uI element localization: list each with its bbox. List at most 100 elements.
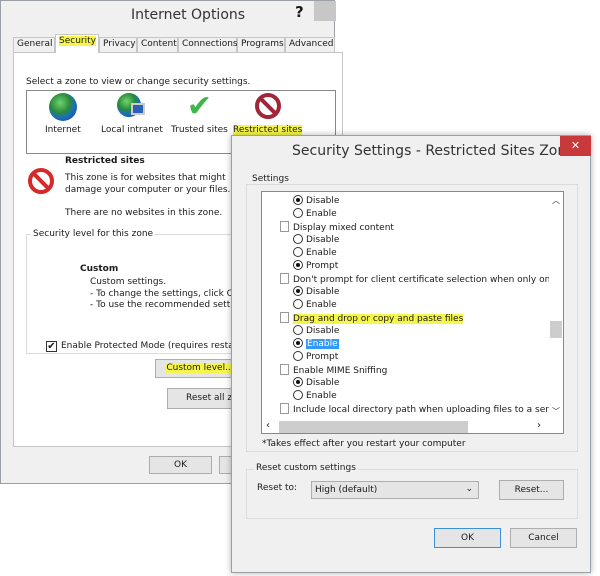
- group-label: Security level for this zone: [31, 229, 156, 239]
- scroll-up-icon[interactable]: ︿: [552, 195, 560, 206]
- setting-label: Drag and drop or copy and paste files: [293, 314, 464, 324]
- tab-advanced[interactable]: Advanced: [285, 37, 335, 52]
- tab-label: Security: [59, 36, 96, 46]
- zone-label: Local intranet: [101, 125, 163, 135]
- option-label: Prompt: [306, 261, 339, 271]
- radio-button[interactable]: [293, 390, 303, 400]
- tab-label: Advanced: [289, 39, 334, 49]
- radio-button[interactable]: [293, 195, 303, 205]
- radio-button[interactable]: [293, 338, 303, 348]
- zone-internet[interactable]: Internet: [45, 93, 81, 135]
- option-label: Enable: [306, 300, 337, 310]
- scroll-thumb[interactable]: [550, 321, 562, 338]
- setting-radio-option[interactable]: Disable: [293, 195, 339, 208]
- setting-radio-option[interactable]: Disable: [293, 234, 339, 247]
- checkmark-icon: ✔: [186, 89, 212, 124]
- window-title: Internet Options: [131, 7, 246, 23]
- radio-button[interactable]: [293, 377, 303, 387]
- scroll-left-icon[interactable]: ‹: [266, 420, 270, 431]
- chevron-down-icon: ⌄: [465, 484, 473, 494]
- reset-to-label: Reset to:: [257, 483, 298, 493]
- setting-radio-option[interactable]: Disable: [293, 377, 339, 390]
- radio-button[interactable]: [293, 351, 303, 361]
- document-icon: [280, 364, 289, 375]
- ok-button[interactable]: OK: [149, 456, 212, 474]
- setting-radio-option[interactable]: Enable: [293, 208, 337, 221]
- zone-local-intranet[interactable]: Local intranet: [101, 93, 163, 135]
- setting-header[interactable]: Drag and drop or copy and paste files: [280, 312, 464, 325]
- tab-general[interactable]: General: [13, 37, 55, 52]
- option-label: Enable: [306, 339, 339, 349]
- setting-radio-option[interactable]: Prompt: [293, 351, 338, 364]
- zone-restricted-sites[interactable]: Restricted sites: [233, 93, 303, 135]
- ok-button[interactable]: OK: [434, 528, 501, 548]
- radio-button[interactable]: [293, 286, 303, 296]
- option-label: Enable: [306, 248, 337, 258]
- setting-radio-option[interactable]: Enable: [293, 299, 337, 312]
- cancel-button[interactable]: Cancel: [510, 528, 577, 548]
- option-label: Disable: [306, 326, 340, 336]
- close-button[interactable]: ✕: [560, 136, 591, 156]
- setting-radio-option[interactable]: Prompt: [293, 260, 338, 273]
- zone-label: Internet: [45, 125, 81, 135]
- reset-to-select[interactable]: High (default) ⌄: [311, 481, 479, 499]
- tab-label: Programs: [241, 39, 284, 49]
- zone-title: Restricted sites: [65, 156, 145, 166]
- zone-trusted-sites[interactable]: ✔ Trusted sites: [171, 89, 228, 136]
- hscroll-thumb[interactable]: [279, 421, 468, 433]
- setting-label: Don't prompt for client certificate sele…: [293, 275, 550, 285]
- option-label: Disable: [306, 287, 340, 297]
- intranet-icon: [101, 93, 163, 123]
- setting-label: Display mixed content: [293, 223, 394, 233]
- setting-radio-option[interactable]: Disable: [293, 286, 339, 299]
- tab-label: Content: [141, 39, 177, 49]
- tab-content[interactable]: Content: [137, 37, 178, 52]
- vertical-scrollbar[interactable]: ︿ ﹀: [549, 192, 563, 420]
- option-label: Disable: [306, 196, 340, 206]
- scroll-down-icon[interactable]: ﹀: [552, 406, 560, 417]
- radio-button[interactable]: [293, 325, 303, 335]
- zone-label: Restricted sites: [233, 125, 303, 135]
- setting-header[interactable]: Include local directory path when upload…: [280, 403, 550, 416]
- zone-label: Trusted sites: [171, 125, 228, 135]
- setting-radio-option[interactable]: Enable: [293, 338, 339, 351]
- settings-list[interactable]: Disable Enable Display mixed content Disabl…: [261, 191, 564, 434]
- setting-label: Include local directory path when upload…: [293, 405, 550, 415]
- document-icon: [280, 273, 289, 284]
- tab-connections[interactable]: Connections: [178, 37, 238, 52]
- tab-privacy[interactable]: Privacy: [99, 37, 137, 52]
- reset-button[interactable]: Reset...: [499, 480, 564, 500]
- settings-label: Settings: [250, 174, 291, 184]
- tab-programs[interactable]: Programs: [237, 37, 285, 52]
- restart-note: *Takes effect after you restart your com…: [262, 439, 466, 449]
- setting-header[interactable]: Don't prompt for client certificate sele…: [280, 273, 550, 286]
- help-button[interactable]: ?: [295, 3, 304, 21]
- option-label: Enable: [306, 209, 337, 219]
- globe-icon: [45, 93, 81, 123]
- option-label: Disable: [306, 378, 340, 388]
- zone-desc: This zone is for websites that might: [65, 173, 226, 183]
- radio-button[interactable]: [293, 247, 303, 257]
- radio-button[interactable]: [293, 208, 303, 218]
- setting-header[interactable]: Enable MIME Sniffing: [280, 364, 387, 377]
- dialog-title: Security Settings - Restricted Sites Zon…: [292, 143, 575, 159]
- radio-button[interactable]: [293, 234, 303, 244]
- scroll-right-icon[interactable]: ›: [537, 420, 541, 431]
- setting-radio-option[interactable]: Enable: [293, 247, 337, 260]
- setting-header[interactable]: Display mixed content: [280, 221, 394, 234]
- no-entry-icon: [233, 93, 302, 123]
- custom-level-label: Custom level...: [166, 363, 234, 373]
- setting-radio-option[interactable]: Disable: [293, 325, 339, 338]
- protected-mode-checkbox[interactable]: ✔: [46, 341, 57, 352]
- tab-label: Connections: [182, 39, 238, 49]
- tab-security[interactable]: Security: [55, 34, 99, 53]
- horizontal-scrollbar[interactable]: ‹ ›: [262, 420, 551, 433]
- option-label: Prompt: [306, 352, 339, 362]
- setting-label: Enable MIME Sniffing: [293, 366, 388, 376]
- no-entry-icon: [28, 168, 54, 194]
- close-button-partial[interactable]: [314, 1, 336, 21]
- radio-button[interactable]: [293, 299, 303, 309]
- setting-radio-option[interactable]: Enable: [293, 390, 337, 403]
- radio-button[interactable]: [293, 260, 303, 270]
- reset-group-label: Reset custom settings: [254, 463, 358, 473]
